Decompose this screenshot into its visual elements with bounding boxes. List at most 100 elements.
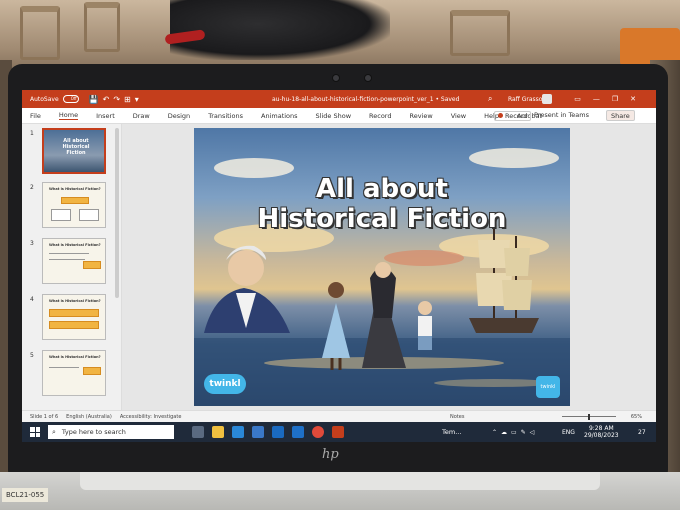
record-button[interactable]: Record bbox=[494, 111, 532, 121]
current-slide[interactable]: All about Historical Fiction twinkl twin… bbox=[194, 128, 570, 406]
taskbar-search-placeholder: Type here to search bbox=[61, 428, 126, 436]
file-explorer-icon[interactable] bbox=[212, 426, 224, 438]
tab-draw[interactable]: Draw bbox=[133, 112, 150, 120]
notes-button[interactable]: Notes bbox=[450, 414, 464, 420]
figure-pants-shape bbox=[418, 336, 432, 350]
tab-file[interactable]: File bbox=[30, 112, 41, 120]
slide-editor-canvas: All about Historical Fiction twinkl twin… bbox=[122, 124, 656, 410]
taskbar: ⌕ Type here to search Tem... ⌃☁▭✎◁ ENG 9… bbox=[22, 422, 656, 442]
ribbon-tabs: File Home Insert Draw Design Transitions… bbox=[22, 108, 656, 124]
figure-head-shape bbox=[418, 301, 432, 315]
thumb-number: 1 bbox=[30, 130, 34, 137]
zoom-level[interactable]: 65% bbox=[631, 414, 642, 420]
thumb-shape bbox=[83, 367, 101, 375]
language-indicator[interactable]: ENG bbox=[562, 429, 575, 436]
twinkl-logo: twinkl bbox=[204, 374, 246, 394]
slide-thumbnail-2[interactable]: What is Historical Fiction? bbox=[42, 182, 106, 228]
laptop-hinge bbox=[80, 472, 600, 490]
mail-icon[interactable] bbox=[272, 426, 284, 438]
chrome-icon[interactable] bbox=[312, 426, 324, 438]
slide-thumbnail-4[interactable]: What is Historical Fiction? bbox=[42, 294, 106, 340]
slide-thumbnails-pane: 1 All about Historical Fiction 2 What is… bbox=[22, 124, 122, 410]
store-icon[interactable] bbox=[252, 426, 264, 438]
tab-transitions[interactable]: Transitions bbox=[208, 112, 243, 120]
user-name[interactable]: Raff Grasso bbox=[508, 96, 542, 103]
present-in-teams-button[interactable]: Present in Teams bbox=[534, 111, 589, 119]
windows-start-icon[interactable] bbox=[30, 427, 40, 437]
tab-view[interactable]: View bbox=[451, 112, 466, 120]
thumb-shape bbox=[83, 261, 101, 269]
laptop-logo: hp bbox=[322, 447, 339, 462]
outlook-icon[interactable] bbox=[292, 426, 304, 438]
taskbar-apps bbox=[192, 426, 352, 438]
quick-access-icons[interactable]: 💾↶↷⊞▾ bbox=[89, 95, 143, 104]
ship-sail-shape bbox=[502, 280, 532, 310]
weather-widget[interactable]: Tem... bbox=[442, 428, 461, 436]
tab-slide-show[interactable]: Slide Show bbox=[316, 112, 351, 120]
thumb-shape bbox=[49, 321, 99, 329]
clock[interactable]: 9:28 AM 29/08/2023 bbox=[584, 425, 619, 439]
notification-badge[interactable]: 27 bbox=[638, 429, 646, 436]
system-tray-icons[interactable]: ⌃☁▭✎◁ bbox=[492, 429, 538, 436]
record-icon bbox=[498, 113, 503, 118]
document-title[interactable]: au-hu-18-all-about-historical-fiction-po… bbox=[272, 96, 459, 103]
taskbar-search-input[interactable]: ⌕ Type here to search bbox=[48, 425, 174, 439]
slide-title[interactable]: All about Historical Fiction bbox=[194, 174, 570, 234]
twinkl-badge: twinkl bbox=[536, 376, 560, 398]
figure-head-shape bbox=[328, 282, 344, 298]
figure-head-shape bbox=[375, 262, 391, 278]
background-stool bbox=[450, 10, 510, 56]
window-controls[interactable]: ▭—❐✕ bbox=[574, 95, 648, 103]
tab-animations[interactable]: Animations bbox=[261, 112, 298, 120]
autosave-toggle[interactable]: Off bbox=[62, 95, 79, 103]
task-view-icon[interactable] bbox=[192, 426, 204, 438]
edge-icon[interactable] bbox=[232, 426, 244, 438]
tab-insert[interactable]: Insert bbox=[96, 112, 115, 120]
thumb-number: 4 bbox=[30, 296, 34, 303]
thumbnails-scrollbar[interactable] bbox=[115, 128, 119, 298]
slide-thumbnail-1[interactable]: All about Historical Fiction bbox=[42, 128, 106, 174]
thumb-title: What is Historical Fiction? bbox=[49, 299, 101, 303]
thumb-title: What is Historical Fiction? bbox=[49, 243, 101, 247]
thumb-line bbox=[49, 367, 79, 368]
screen: AutoSave Off 💾↶↷⊞▾ au-hu-18-all-about-hi… bbox=[22, 90, 656, 442]
slide-thumbnail-5[interactable]: What is Historical Fiction? bbox=[42, 350, 106, 396]
slide-title-line-1: All about bbox=[316, 174, 448, 204]
thumb-number: 5 bbox=[30, 352, 34, 359]
share-button[interactable]: Share bbox=[606, 110, 635, 121]
avatar[interactable] bbox=[542, 94, 552, 104]
thumb-title: All about Historical Fiction bbox=[62, 138, 90, 156]
accessibility-status[interactable]: Accessibility: Investigate bbox=[120, 414, 182, 420]
tab-record[interactable]: Record bbox=[369, 112, 391, 120]
thumb-shape bbox=[51, 209, 71, 221]
search-icon[interactable]: ⌕ bbox=[488, 94, 492, 104]
powerpoint-icon[interactable] bbox=[332, 426, 344, 438]
cloud-shape bbox=[469, 148, 559, 168]
thumb-line bbox=[49, 259, 85, 260]
slide-thumbnail-3[interactable]: What is Historical Fiction? bbox=[42, 238, 106, 284]
slide-illustration bbox=[194, 148, 570, 406]
tab-home[interactable]: Home bbox=[58, 111, 79, 120]
autosave-label: AutoSave bbox=[30, 95, 59, 103]
thumb-number: 3 bbox=[30, 240, 34, 247]
asset-sticker: BCL21-055 bbox=[2, 488, 49, 502]
ship-sail-shape bbox=[504, 248, 530, 276]
tab-review[interactable]: Review bbox=[409, 112, 432, 120]
figure-shirt-shape bbox=[418, 316, 432, 336]
tab-design[interactable]: Design bbox=[168, 112, 190, 120]
background-stool bbox=[84, 2, 120, 52]
clock-time: 9:28 AM bbox=[588, 425, 614, 432]
record-label: Record bbox=[505, 112, 528, 120]
figure-dress-shape bbox=[322, 303, 350, 358]
status-bar: Slide 1 of 6 English (Australia) Accessi… bbox=[22, 410, 656, 422]
cloud-shape bbox=[384, 250, 464, 266]
thumb-title: What is Historical Fiction? bbox=[49, 355, 101, 359]
language-status[interactable]: English (Australia) bbox=[66, 414, 112, 420]
thumb-shape bbox=[61, 197, 89, 204]
zoom-slider-handle[interactable] bbox=[588, 414, 590, 420]
webcam-sensor-icon bbox=[364, 74, 372, 82]
figure-head-shape bbox=[228, 250, 264, 286]
background-stool bbox=[20, 6, 60, 60]
thumb-shape bbox=[79, 209, 99, 221]
ship-hull-shape bbox=[469, 318, 539, 333]
